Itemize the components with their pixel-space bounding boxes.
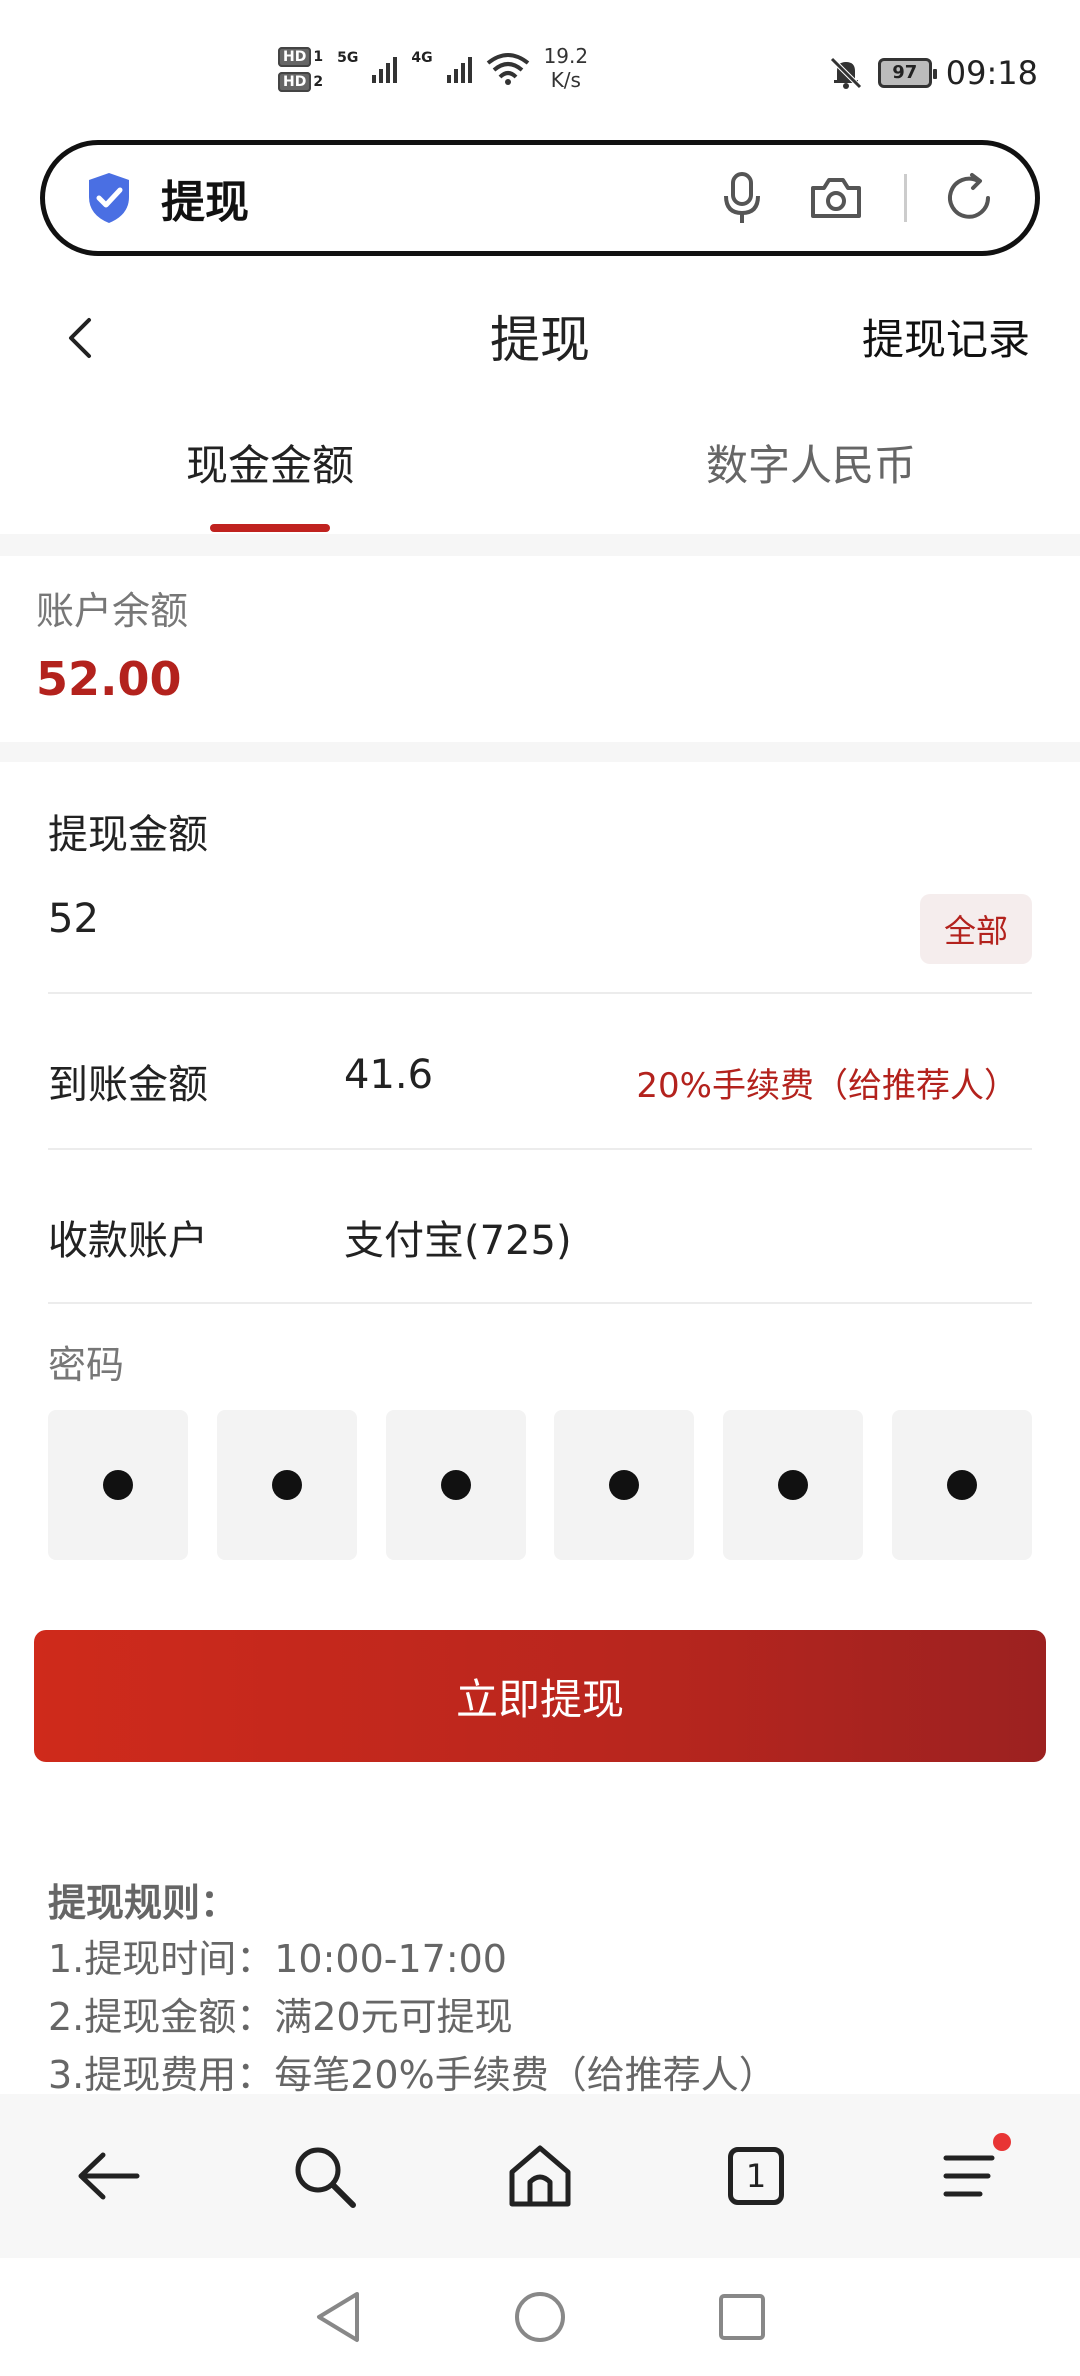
speed-value: 19.2: [543, 44, 589, 68]
withdraw-records-link[interactable]: 提现记录: [862, 306, 1030, 367]
search-bar[interactable]: 提现: [40, 140, 1040, 256]
search-query[interactable]: 提现: [161, 166, 680, 230]
pin-box[interactable]: [385, 1410, 526, 1560]
fee-note: 20%手续费（给推荐人）: [636, 1066, 1018, 1106]
pin-dot: [440, 1470, 471, 1500]
nav-back-icon[interactable]: [313, 2290, 363, 2344]
notification-dot: [993, 2133, 1011, 2151]
received-value: 41.6: [344, 1052, 434, 1098]
amount-label: 提现金额: [48, 812, 208, 858]
amount-input[interactable]: 52: [48, 896, 99, 942]
divider: [48, 1302, 1032, 1304]
rule-line: 1.提现时间：10:00-17:00: [48, 1937, 507, 1981]
refresh-icon[interactable]: [937, 166, 1001, 230]
balance-value: 52.00: [36, 652, 182, 706]
page-header: 提现 提现记录: [0, 280, 1080, 390]
balance-label: 账户余额: [36, 589, 189, 633]
withdraw-now-button[interactable]: 立即提现: [34, 1630, 1046, 1762]
tabs-button[interactable]: 1: [711, 2131, 801, 2221]
pin-dot: [103, 1470, 133, 1500]
divider: [48, 992, 1032, 994]
hd-sub-1: 1: [313, 49, 324, 65]
active-tab-indicator: [210, 524, 330, 532]
nav-home-icon[interactable]: [513, 2290, 567, 2344]
divider: [48, 1148, 1032, 1150]
hd-indicators: HD 1 HD 2: [278, 46, 324, 92]
signal-icon: [372, 53, 398, 83]
menu-icon: [943, 2155, 995, 2197]
network-speed: 19.2 K/s: [544, 44, 589, 92]
section-gap: [0, 534, 1080, 556]
pin-box[interactable]: [48, 1410, 188, 1560]
balance-section: 账户余额 52.00: [0, 556, 1080, 742]
clock: 09:18: [945, 54, 1038, 92]
tab-cash-amount[interactable]: 现金金额: [186, 432, 354, 493]
rules-title: 提现规则：: [48, 1881, 239, 1925]
tab-bar: 现金金额 数字人民币: [0, 420, 1080, 534]
hd-badge-1: HD: [278, 47, 312, 67]
status-left: HD 1 HD 2 5G 4G 19.2 K/s: [278, 44, 588, 92]
nav-recents-icon[interactable]: [717, 2292, 767, 2342]
bell-muted-icon: [830, 57, 862, 89]
search-icon: [295, 2147, 356, 2208]
pin-box[interactable]: [554, 1410, 695, 1560]
network-type-2: 4G: [411, 50, 433, 66]
system-nav-bar: [0, 2258, 1080, 2376]
withdraw-all-button[interactable]: 全部: [920, 894, 1032, 964]
camera-icon[interactable]: [804, 166, 868, 230]
battery-indicator: 97: [877, 58, 937, 88]
pin-box[interactable]: [891, 1410, 1032, 1560]
tab-digital-rmb[interactable]: 数字人民币: [706, 432, 916, 493]
rule-line: 2.提现金额：满20元可提现: [48, 1995, 513, 2039]
wifi-icon: [486, 53, 529, 85]
status-bar: HD 1 HD 2 5G 4G 19.2 K/s 97 09:18: [0, 0, 1080, 140]
menu-button[interactable]: [927, 2131, 1017, 2221]
status-right: 97 09:18: [828, 54, 1038, 92]
account-value[interactable]: 支付宝(725): [344, 1208, 572, 1266]
speed-unit: K/s: [550, 68, 581, 92]
password-input[interactable]: [48, 1410, 1032, 1560]
section-gap: [0, 742, 1080, 762]
browser-toolbar: 1: [0, 2094, 1080, 2258]
pin-dot: [946, 1470, 977, 1500]
pin-dot: [609, 1470, 640, 1500]
search-divider: [904, 174, 907, 222]
home-button[interactable]: [495, 2131, 585, 2221]
pin-box[interactable]: [723, 1410, 864, 1560]
back-arrow-button[interactable]: [63, 2131, 153, 2221]
hd-sub-2: 2: [313, 74, 324, 90]
tabs-icon: 1: [728, 2147, 784, 2205]
hd-badge-2: HD: [278, 72, 312, 92]
home-icon: [509, 2145, 571, 2207]
shield-check-icon: [83, 169, 135, 227]
received-label: 到账金额: [48, 1062, 208, 1108]
pin-dot: [271, 1470, 302, 1500]
search-button[interactable]: [279, 2131, 369, 2221]
back-arrow-icon: [78, 2152, 140, 2200]
password-label: 密码: [48, 1343, 125, 1387]
pin-box[interactable]: [216, 1410, 357, 1560]
withdraw-rules: 提现规则： 1.提现时间：10:00-17:00 2.提现金额：满20元可提现 …: [48, 1872, 1048, 2104]
account-label: 收款账户: [48, 1218, 208, 1264]
pin-dot: [778, 1470, 809, 1500]
withdraw-form: 提现金额 52 全部 到账金额 41.6 20%手续费（给推荐人） 收款账户 支…: [0, 762, 1080, 1652]
network-type-1: 5G: [337, 50, 359, 66]
microphone-icon[interactable]: [710, 166, 774, 230]
signal-icon-2: [446, 53, 472, 83]
